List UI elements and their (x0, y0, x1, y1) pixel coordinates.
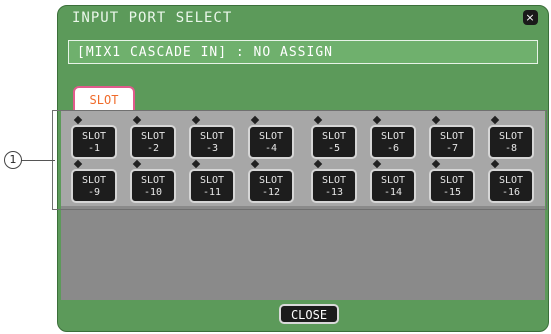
diamond-indicator-icon (313, 159, 323, 169)
close-icon[interactable]: × (523, 10, 538, 25)
slot-button[interactable]: SLOT -14 (370, 169, 416, 203)
diamond-indicator-icon (250, 159, 260, 169)
slot-button[interactable]: SLOT -3 (189, 125, 235, 159)
slot-button[interactable]: SLOT -9 (71, 169, 117, 203)
assignment-status: [MIX1 CASCADE IN] : NO ASSIGN (68, 40, 538, 64)
slot-button[interactable]: SLOT -6 (370, 125, 416, 159)
diamond-indicator-icon (490, 159, 500, 169)
slot-button[interactable]: SLOT -5 (311, 125, 357, 159)
slot-button-label: SLOT (439, 131, 465, 142)
slot-button[interactable]: SLOT -10 (130, 169, 176, 203)
window-title: INPUT PORT SELECT (72, 10, 233, 26)
tab-slot[interactable]: SLOT (73, 86, 135, 110)
slot-button[interactable]: SLOT -2 (130, 125, 176, 159)
slot-button[interactable]: SLOT -4 (248, 125, 294, 159)
slot-button-label: SLOT (140, 175, 166, 186)
slot-button-label: SLOT (81, 175, 107, 186)
diamond-indicator-icon (73, 115, 83, 125)
slot-button-number: -2 (146, 143, 160, 154)
diamond-indicator-icon (191, 115, 201, 125)
diamond-indicator-icon (191, 159, 201, 169)
slot-button-label: SLOT (439, 175, 465, 186)
slot-button-number: -10 (143, 187, 163, 198)
slot-button[interactable]: SLOT -12 (248, 169, 294, 203)
slot-button-label: SLOT (380, 131, 406, 142)
slot-button-number: -6 (386, 143, 400, 154)
slot-button[interactable]: SLOT -16 (488, 169, 534, 203)
slot-button-number: -1 (87, 143, 101, 154)
slot-button-number: -12 (261, 187, 281, 198)
slot-button[interactable]: SLOT -8 (488, 125, 534, 159)
slot-button-label: SLOT (498, 175, 524, 186)
diamond-indicator-icon (132, 159, 142, 169)
slot-button-number: -16 (501, 187, 521, 198)
slot-button-number: -3 (205, 143, 219, 154)
slot-button[interactable]: SLOT -15 (429, 169, 475, 203)
slot-button-number: -14 (383, 187, 403, 198)
slot-button-panel: SLOT -1 SLOT -2 SLOT -3 SLOT -4 SLOT -5 SLOT -6 SLOT… (61, 110, 545, 207)
diamond-indicator-icon (372, 159, 382, 169)
slot-button-number: -5 (327, 143, 341, 154)
slot-button-label: SLOT (199, 175, 225, 186)
slot-button-number: -4 (264, 143, 278, 154)
slot-button-label: SLOT (498, 131, 524, 142)
slot-button-number: -7 (445, 143, 459, 154)
diamond-indicator-icon (313, 115, 323, 125)
slot-button[interactable]: SLOT -13 (311, 169, 357, 203)
diamond-indicator-icon (132, 115, 142, 125)
diamond-indicator-icon (431, 115, 441, 125)
input-port-select-window: INPUT PORT SELECT × [MIX1 CASCADE IN] : … (57, 5, 549, 332)
diamond-indicator-icon (431, 159, 441, 169)
diamond-indicator-icon (73, 159, 83, 169)
diamond-indicator-icon (372, 115, 382, 125)
callout-number: 1 (4, 151, 22, 169)
title-bar: INPUT PORT SELECT × (58, 6, 548, 30)
slot-button-label: SLOT (258, 175, 284, 186)
footer: CLOSE (58, 300, 548, 331)
slot-button-number: -8 (504, 143, 518, 154)
slot-button-label: SLOT (140, 131, 166, 142)
slot-button-number: -13 (324, 187, 344, 198)
slot-button-label: SLOT (321, 175, 347, 186)
diamond-indicator-icon (490, 115, 500, 125)
slot-button[interactable]: SLOT -11 (189, 169, 235, 203)
slot-button-label: SLOT (199, 131, 225, 142)
slot-button[interactable]: SLOT -1 (71, 125, 117, 159)
slot-button-number: -9 (87, 187, 101, 198)
slot-button-label: SLOT (258, 131, 284, 142)
slot-button-number: -15 (442, 187, 462, 198)
close-button[interactable]: CLOSE (279, 304, 339, 324)
slot-button-label: SLOT (380, 175, 406, 186)
diamond-indicator-icon (250, 115, 260, 125)
slot-button-label: SLOT (321, 131, 347, 142)
slot-button-label: SLOT (81, 131, 107, 142)
slot-button[interactable]: SLOT -7 (429, 125, 475, 159)
empty-area (61, 206, 545, 300)
slot-button-number: -11 (202, 187, 222, 198)
